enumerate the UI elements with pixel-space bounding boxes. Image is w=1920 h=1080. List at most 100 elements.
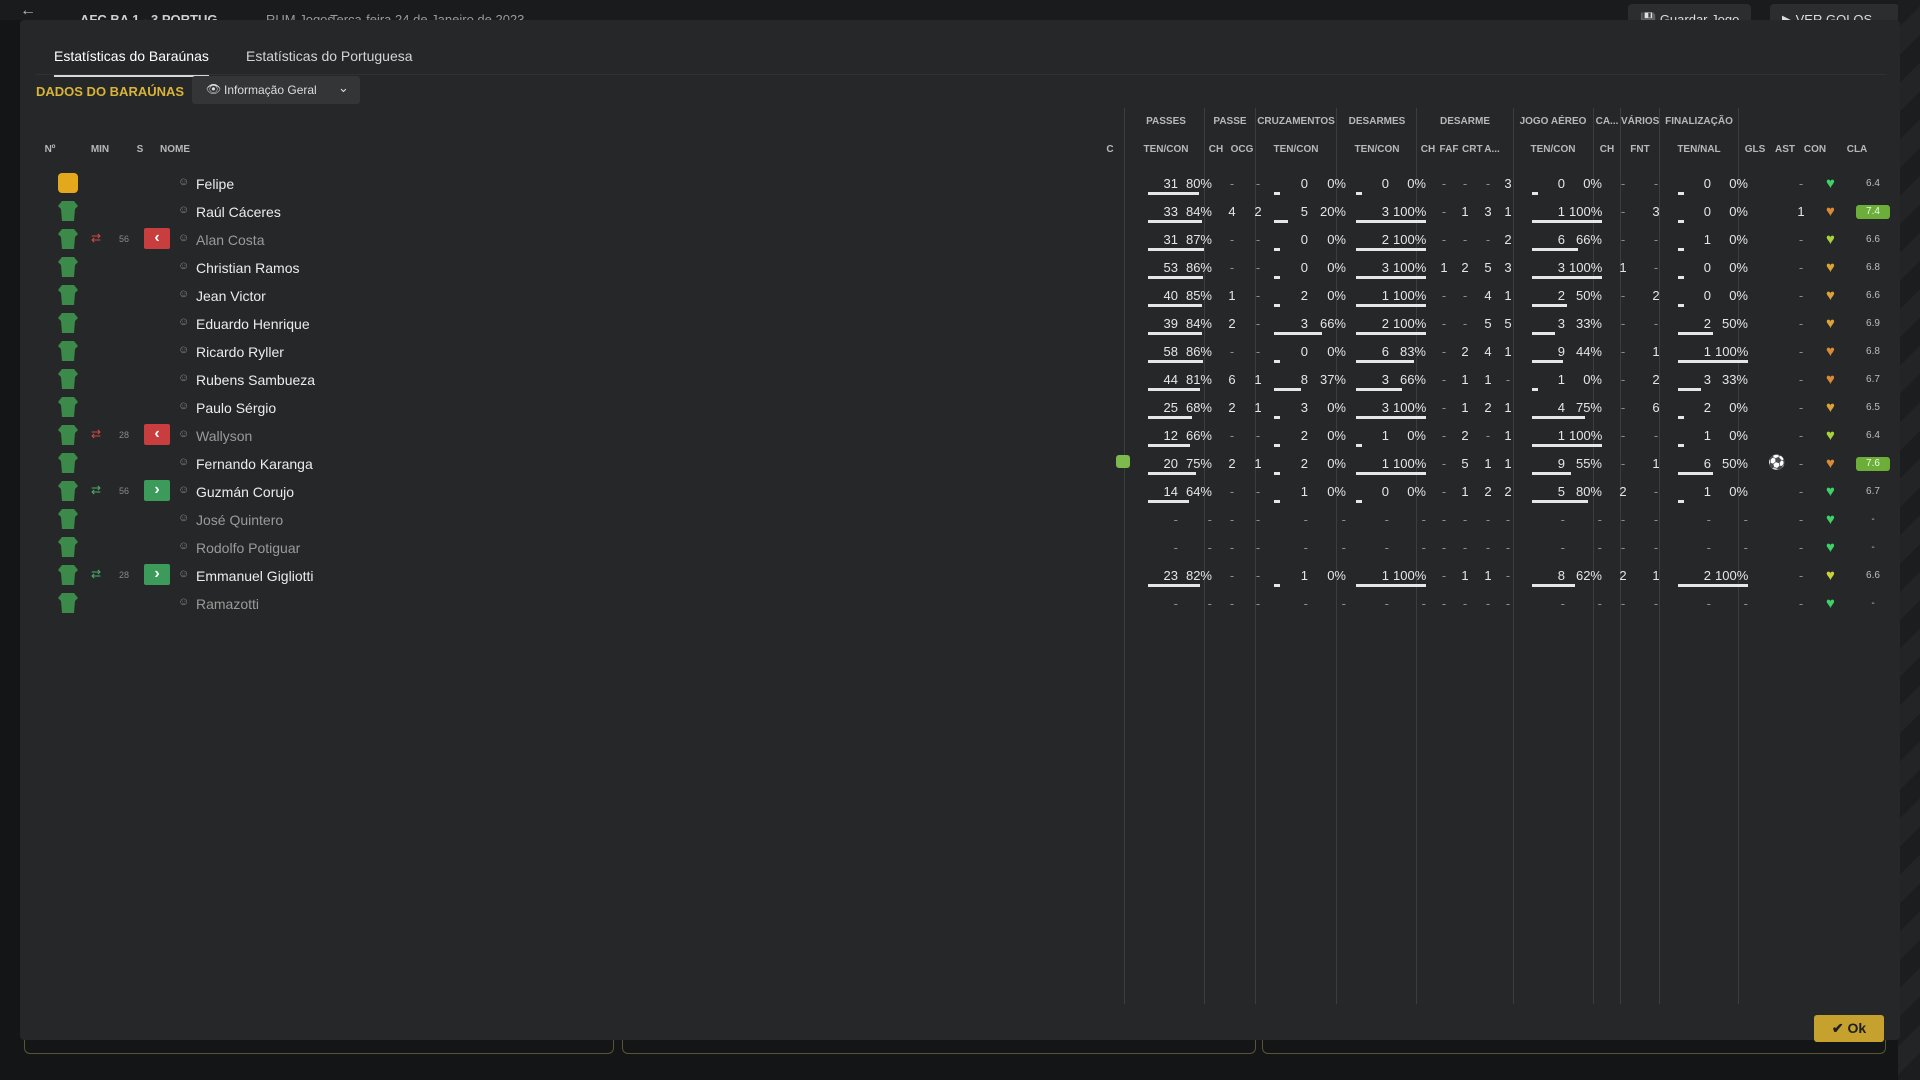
aer-attempts: 1 [1557,372,1565,387]
table-row[interactable]: ☺ Rubens Sambueza 44 81% 8 37% 3 66% 1 0% 3 33% 6 1-1… [36,366,1886,394]
shirt-icon [58,229,78,249]
fin-success-bar [1678,444,1684,447]
player-name[interactable]: Rubens Sambueza [196,372,315,388]
cruz-percent: 0% [1327,176,1346,191]
player-name[interactable]: Fernando Karanga [196,456,313,472]
table-row[interactable]: ☺ Christian Ramos 53 86% 0 0% 3 100% 3 100% 0 0% - -1… [36,254,1886,282]
morale-heart-icon: ♥ [1826,259,1835,276]
passes-success-bar [1148,192,1199,195]
aer-percent: 55% [1575,456,1602,471]
a-value: - [1505,372,1511,387]
cruz-attempts: 0 [1300,344,1308,359]
player-name[interactable]: Jean Victor [196,288,266,304]
table-row[interactable]: ☺ Felipe 31 80% 0 0% 0 0% 0 0% 0 0% - - - - -3- - - ♥ 6.4 [36,170,1886,198]
crt-value: 2 [1484,400,1492,415]
ocg-value: - [1255,176,1261,191]
player-name[interactable]: José Quintero [196,512,283,528]
table-row[interactable]: ☺ Ricardo Ryller 58 86% 0 0% 6 83% 9 44% 1 100% - - -2… [36,338,1886,366]
fin-percent: 0% [1729,428,1748,443]
a-value: 3 [1504,176,1512,191]
view-select-dropdown[interactable]: 👁 Informação Geral ⌄ [192,76,360,104]
shirt-icon [58,201,78,221]
faf-value: 1 [1461,568,1469,583]
table-row[interactable]: ⇄ 56 ‹ ☺ Alan Costa 31 87% 0 0% 2 100% 6 66% 1 0% - - - - -… [36,226,1886,254]
morale-heart-icon: ♥ [1826,343,1835,360]
table-row[interactable]: ☺ Fernando Karanga 20 75% 2 0% 1 100% 9 55% 6 50% 2 1… [36,450,1890,478]
table-row[interactable]: ⇄ 28 › ☺ Emmanuel Gigliotti 23 82% 1 0% 1 100% 8 62%… [36,562,1886,590]
fin-attempts: - [1706,512,1711,527]
passes-attempts: 31 [1163,232,1178,247]
crt-value: 1 [1484,456,1492,471]
des-percent: 83% [1399,344,1426,359]
table-row[interactable]: ⇄ 28 ‹ ☺ Wallyson 12 66% 2 0% 1 0% 1 100% 1 0% - - -2-1- -… [36,422,1886,450]
des-percent: 100% [1393,456,1427,471]
table-row[interactable]: ☺ Rodolfo Potiguar - - - - - - - - - - - - - - - - - - - ♥ - [36,534,1886,562]
person-icon: ☺ [178,484,190,496]
aer-attempts: 2 [1557,288,1565,303]
table-row[interactable]: ☺ Ramazotti - - - - - - - - - - - - - - - - - - - ♥ - [36,590,1886,618]
player-name[interactable]: Ricardo Ryller [196,344,284,360]
sub-in-button[interactable]: › [144,564,170,585]
tab-barauna-stats[interactable]: Estatísticas do Baraúnas [54,48,209,77]
player-name[interactable]: Guzmán Corujo [196,484,294,500]
shirt-icon [58,425,78,445]
tab-portuguesa-stats[interactable]: Estatísticas do Portuguesa [246,48,413,74]
a-value: 5 [1504,316,1512,331]
cruz-attempts: 8 [1300,372,1308,387]
cruz-success-bar [1274,500,1280,503]
fin-percent: 50% [1721,316,1748,331]
ok-button[interactable]: ✔ Ok [1814,1015,1884,1042]
player-name[interactable]: Ramazotti [196,596,259,612]
table-row[interactable]: ⇄ 56 › ☺ Guzmán Corujo 14 64% 1 0% 0 0% 5 80% 1 0% - - -1… [36,478,1886,506]
table-row[interactable]: ☺ Eduardo Henrique 39 84% 3 66% 2 100% 3 33% 2 50% 2… [36,310,1886,338]
aer-attempts: 3 [1557,316,1565,331]
fin-success-bar [1678,388,1701,391]
fin-attempts: 2 [1703,316,1711,331]
morale-heart-icon: ♥ [1826,427,1835,444]
ast-value: - [1798,568,1804,583]
cruz-attempts: - [1303,512,1308,527]
ocg-value: 1 [1254,400,1262,415]
shirt-icon [58,257,78,277]
player-name[interactable]: Felipe [196,176,234,192]
fin-success-bar [1678,332,1713,335]
save-game-button[interactable]: 💾 Guardar Jogo [1628,4,1752,20]
des-attempts: 1 [1381,288,1389,303]
passes-success-bar [1148,444,1190,447]
player-name[interactable]: Raúl Cáceres [196,204,281,220]
sub-out-button[interactable]: ‹ [144,228,170,249]
player-name[interactable]: Eduardo Henrique [196,316,310,332]
des-attempts: - [1384,512,1389,527]
des-percent: 100% [1393,204,1427,219]
player-name[interactable]: Wallyson [196,428,252,444]
sub-out-button[interactable]: ‹ [144,424,170,445]
fin-percent: - [1743,512,1748,527]
sub-in-button[interactable]: › [144,480,170,501]
passes-attempts: 53 [1163,260,1178,275]
player-name[interactable]: Christian Ramos [196,260,299,276]
chevron-down-icon: ⌄ [338,80,349,95]
passes-percent: 86% [1185,260,1212,275]
player-name[interactable]: Rodolfo Potiguar [196,540,300,556]
passes-attempts: - [1173,512,1178,527]
cruz-percent: 0% [1327,568,1346,583]
player-rating: 6.8 [1866,262,1880,273]
passes-success-bar [1148,220,1202,223]
fnt-value: 1 [1652,456,1660,471]
faf-value: 2 [1461,344,1469,359]
aer-percent: 50% [1575,288,1602,303]
aer-attempts: 4 [1557,400,1565,415]
player-name[interactable]: Emmanuel Gigliotti [196,568,314,584]
cruz-attempts: 1 [1300,484,1308,499]
table-row[interactable]: ☺ Jean Victor 40 85% 2 0% 1 100% 2 50% 0 0% 1- - -4 1-2… [36,282,1886,310]
table-row[interactable]: ☺ Paulo Sérgio 25 68% 3 0% 3 100% 4 75% 2 0% 2 1-1 2 1-… [36,394,1886,422]
shirt-icon [58,565,78,585]
des-success-bar [1356,388,1402,391]
table-row[interactable]: ☺ José Quintero - - - - - - - - - - - - - - - - - - - ♥ - [36,506,1886,534]
player-name[interactable]: Alan Costa [196,232,264,248]
view-goals-button[interactable]: ▶ VER GOLOS ⌄ [1770,4,1899,20]
back-arrow-icon[interactable]: ← [20,3,36,19]
faf-value: 2 [1461,428,1469,443]
table-row[interactable]: ☺ Raúl Cáceres 33 84% 5 20% 3 100% 1 100% 0 0% 4 2-1 3… [36,198,1890,226]
player-name[interactable]: Paulo Sérgio [196,400,276,416]
